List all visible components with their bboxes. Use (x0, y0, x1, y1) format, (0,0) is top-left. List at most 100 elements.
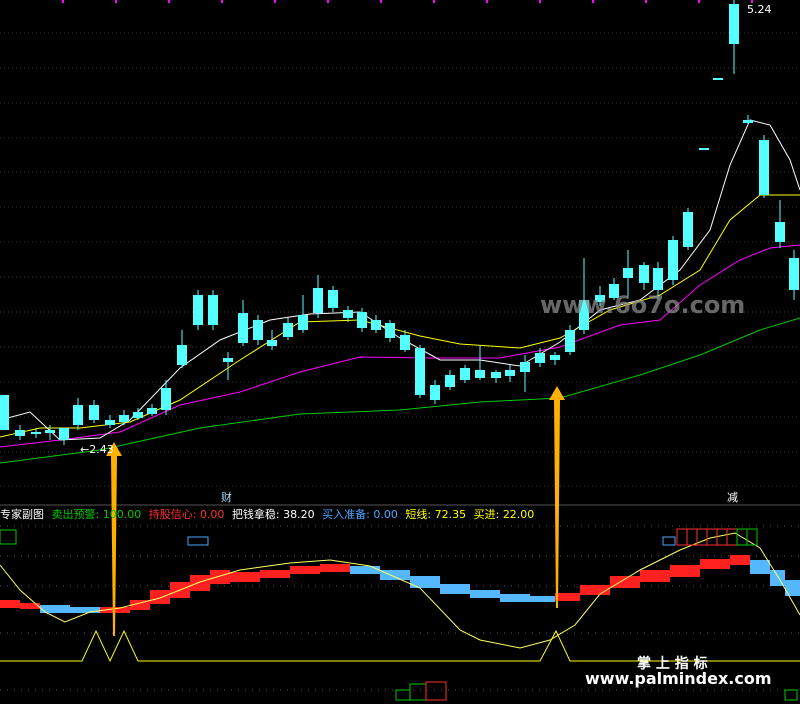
candle (133, 408, 143, 420)
min-price-value: 2.43 (89, 443, 114, 456)
candle (385, 320, 395, 342)
histogram-bar (440, 584, 470, 594)
candle (475, 345, 485, 380)
candle-body (430, 385, 440, 400)
box-marker (784, 689, 798, 701)
candle (73, 398, 83, 430)
candle-body (15, 430, 25, 436)
candle-body (371, 320, 381, 330)
candle-body (789, 258, 799, 290)
legend-buy-in: 买进: 22.00 (474, 508, 535, 521)
box-marker (425, 681, 447, 701)
candle (759, 135, 769, 198)
top-tick (327, 0, 329, 3)
top-tick (539, 0, 541, 3)
candle-body (550, 355, 560, 360)
legend-buy-prepare: 买入准备: 0.00 (322, 507, 398, 521)
candle-body (475, 370, 485, 378)
candle (59, 428, 69, 445)
top-tick (433, 0, 435, 3)
candle (283, 318, 293, 340)
candle (550, 352, 560, 365)
candles (0, 0, 799, 445)
candle-body (415, 348, 425, 395)
top-tick (592, 0, 594, 3)
top-tick (168, 0, 170, 3)
marker-jian: 减 (727, 491, 738, 504)
candle-body (385, 323, 395, 338)
candle-body (520, 362, 530, 372)
candle (460, 365, 470, 383)
ma5-line (0, 119, 800, 441)
candle-body (343, 310, 353, 318)
candle-body (147, 408, 157, 414)
candle-body (59, 428, 69, 440)
watermark-6o7o: www.6o7o.com (540, 291, 745, 319)
candle (177, 330, 187, 368)
candle (105, 415, 115, 428)
box-marker (395, 689, 411, 701)
candle-body (283, 323, 293, 337)
candle-body (445, 375, 455, 387)
chart-stage: 5.24 ←2.43 财 减 专家副图 卖出预警: 100.00 持股信心: 0… (0, 0, 800, 704)
min-price-label: ←2.43 (80, 443, 114, 456)
legend-short-line: 短线: 72.35 (405, 507, 466, 521)
histogram-bar (380, 570, 410, 580)
candle (313, 275, 323, 318)
candle-body (238, 313, 248, 343)
candle (0, 395, 9, 430)
candle-body (775, 222, 785, 242)
box-marker (726, 528, 738, 546)
candle-body (491, 372, 501, 378)
histogram-bar (470, 590, 500, 598)
box-marker (746, 528, 758, 546)
histogram-bar (290, 566, 320, 574)
top-tick (115, 0, 117, 3)
histogram-bar (20, 603, 40, 609)
box-marker (686, 528, 698, 546)
histogram-bar (555, 593, 580, 601)
candle-body (699, 148, 709, 150)
histogram-bar (770, 570, 785, 586)
top-tick (221, 0, 223, 3)
box-marker (676, 528, 688, 546)
histogram-bar (500, 594, 530, 602)
histogram-bar (750, 560, 770, 574)
candle (789, 250, 799, 300)
candle-body (729, 4, 739, 44)
candle (208, 290, 218, 330)
candle (713, 78, 723, 80)
candle (343, 306, 353, 322)
box-marker (409, 683, 427, 701)
max-price-label: 5.24 (747, 3, 772, 16)
histogram-bar (640, 570, 670, 582)
histogram-bar (190, 575, 210, 591)
panel-name: 专家副图 (0, 507, 44, 521)
candle (328, 286, 338, 312)
candle-body (31, 432, 41, 434)
candle-body (161, 388, 171, 410)
candle (729, 0, 739, 74)
histogram-bar (210, 570, 230, 584)
top-tick (62, 0, 64, 3)
candle-body (565, 330, 575, 352)
candle (668, 236, 678, 285)
candle (445, 370, 455, 390)
candle-body (223, 358, 233, 362)
indicator-legend: 专家副图 卖出预警: 100.00 持股信心: 0.00 把钱拿稳: 38.20… (0, 507, 534, 521)
candle-body (535, 353, 545, 363)
candle (505, 365, 515, 382)
candle-body (177, 345, 187, 365)
candle-body (313, 288, 323, 313)
top-tick (486, 0, 488, 3)
candle-body (298, 315, 308, 330)
candle (699, 148, 709, 150)
histogram-bar (530, 596, 555, 602)
marker-cai: 财 (221, 490, 232, 504)
histogram-bar (350, 566, 380, 574)
candle-body (45, 430, 55, 433)
candle-body (357, 312, 367, 328)
candle (298, 295, 308, 333)
candle-body (668, 240, 678, 280)
box-marker (187, 536, 209, 546)
